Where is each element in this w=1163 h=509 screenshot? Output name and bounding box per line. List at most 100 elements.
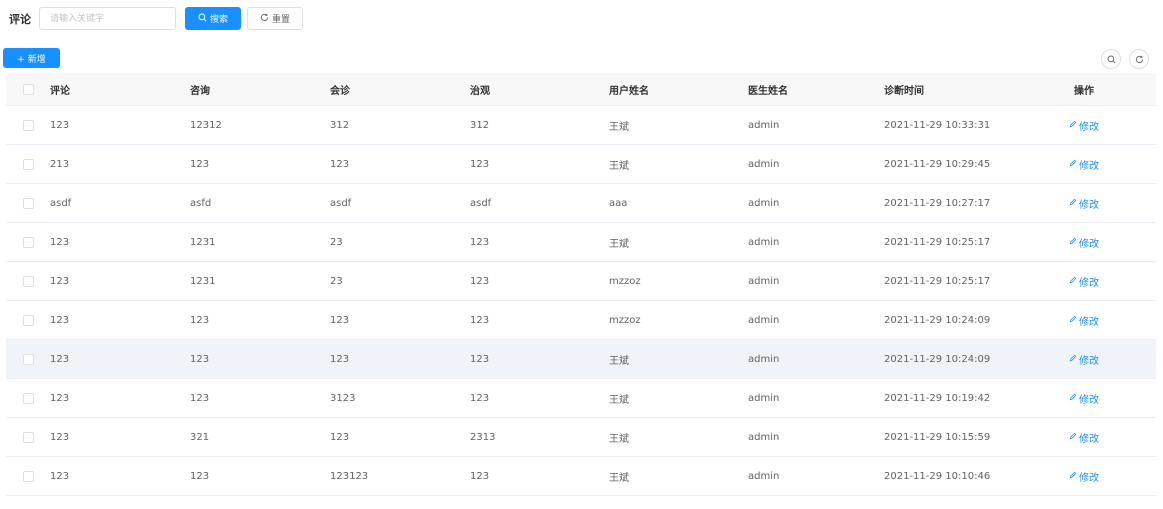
- header-consultation[interactable]: 会诊: [330, 82, 470, 97]
- search-icon: [1107, 55, 1116, 64]
- edit-link[interactable]: 修改: [1069, 391, 1099, 406]
- row-checkbox[interactable]: [22, 275, 34, 287]
- row-checkbox[interactable]: [22, 236, 34, 248]
- cell-c4: 123: [470, 314, 490, 326]
- actions-cell: 修改: [1054, 469, 1114, 484]
- edit-label: 修改: [1079, 316, 1099, 328]
- cell-c4: asdf: [470, 197, 492, 209]
- row-checkbox-cell: [6, 158, 50, 170]
- edit-link[interactable]: 修改: [1069, 313, 1099, 328]
- edit-icon: [1069, 393, 1077, 404]
- search-button-label: 搜索: [209, 15, 228, 25]
- edit-link[interactable]: 修改: [1069, 469, 1099, 484]
- refresh-icon: [260, 13, 269, 25]
- row-checkbox-cell: [6, 314, 50, 326]
- cell-c7: 2021-11-29 10:24:09: [884, 353, 991, 365]
- edit-link[interactable]: 修改: [1069, 430, 1099, 445]
- edit-label: 修改: [1079, 355, 1099, 367]
- row-checkbox[interactable]: [22, 431, 34, 443]
- select-all-checkbox[interactable]: [22, 83, 34, 95]
- cell-c1: 123: [50, 392, 70, 404]
- table-row[interactable]: 123 321 123 2313 王斌 admin 2021-11-29 10:15:59 修…: [6, 418, 1156, 457]
- select-all-cell: [6, 83, 50, 95]
- refresh-button[interactable]: [1129, 49, 1149, 69]
- search-button[interactable]: 搜索: [185, 7, 241, 30]
- edit-icon: [1069, 354, 1077, 365]
- cell-c6: admin: [748, 470, 780, 482]
- cell-c3: 123: [330, 353, 350, 365]
- cell-c4: 312: [470, 119, 490, 131]
- cell-c5: 王斌: [609, 160, 629, 172]
- table-row[interactable]: 123 123 123 123 mzzoz admin 2021-11-29 10:24:0…: [6, 301, 1156, 340]
- cell-c2: 123: [190, 392, 210, 404]
- header-comment[interactable]: 评论: [50, 82, 190, 97]
- row-checkbox[interactable]: [22, 470, 34, 482]
- edit-link[interactable]: 修改: [1069, 352, 1099, 367]
- edit-link[interactable]: 修改: [1069, 274, 1099, 289]
- row-checkbox[interactable]: [22, 197, 34, 209]
- edit-icon: [1069, 237, 1077, 248]
- row-checkbox[interactable]: [22, 392, 34, 404]
- edit-link[interactable]: 修改: [1069, 196, 1099, 211]
- refresh-icon: [1135, 55, 1144, 64]
- row-checkbox[interactable]: [22, 119, 34, 131]
- actions-cell: 修改: [1054, 430, 1114, 445]
- table-row[interactable]: 123 12312 312 312 王斌 admin 2021-11-29 10:33:31…: [6, 106, 1156, 145]
- edit-label: 修改: [1079, 394, 1099, 406]
- cell-c2: 1231: [190, 236, 216, 248]
- table-row[interactable]: 123 123 123123 123 王斌 admin 2021-11-29 10:10:4…: [6, 457, 1156, 496]
- cell-c5: 王斌: [609, 394, 629, 406]
- cell-c7: 2021-11-29 10:29:45: [884, 158, 991, 170]
- cell-c6: admin: [748, 392, 780, 404]
- add-button[interactable]: + 新增: [3, 48, 60, 68]
- table-row[interactable]: 123 123 3123 123 王斌 admin 2021-11-29 10:19:42 修…: [6, 379, 1156, 418]
- reset-button-label: 重置: [271, 15, 290, 25]
- cell-c6: admin: [748, 275, 780, 287]
- cell-c5: 王斌: [609, 433, 629, 445]
- reset-button[interactable]: 重置: [247, 7, 303, 30]
- cell-c7: 2021-11-29 10:25:17: [884, 275, 991, 287]
- header-consult[interactable]: 咨询: [190, 82, 330, 97]
- edit-label: 修改: [1079, 277, 1099, 289]
- cell-c6: admin: [748, 314, 780, 326]
- table-row[interactable]: asdf asfd asdf asdf aaa admin 2021-11-29 10:27…: [6, 184, 1156, 223]
- table-row[interactable]: 123 1231 23 123 mzzoz admin 2021-11-29 10:25:1…: [6, 262, 1156, 301]
- cell-c4: 123: [470, 353, 490, 365]
- table-row[interactable]: 213 123 123 123 王斌 admin 2021-11-29 10:29:45 修改: [6, 145, 1156, 184]
- row-checkbox-cell: [6, 236, 50, 248]
- row-checkbox[interactable]: [22, 314, 34, 326]
- edit-label: 修改: [1079, 472, 1099, 484]
- edit-link[interactable]: 修改: [1069, 118, 1099, 133]
- header-doctor-name[interactable]: 医生姓名: [748, 82, 884, 97]
- row-checkbox-cell: [6, 119, 50, 131]
- toggle-search-button[interactable]: [1101, 49, 1121, 69]
- cell-c2: 12312: [190, 119, 222, 131]
- cell-c5: 王斌: [609, 472, 629, 484]
- search-label: 评论: [9, 12, 31, 26]
- edit-link[interactable]: 修改: [1069, 235, 1099, 250]
- cell-c3: 123: [330, 314, 350, 326]
- row-checkbox[interactable]: [22, 158, 34, 170]
- row-checkbox[interactable]: [22, 353, 34, 365]
- header-diagnosis-time[interactable]: 诊断时间: [884, 82, 1054, 97]
- cell-c7: 2021-11-29 10:19:42: [884, 392, 991, 404]
- cell-c2: 321: [190, 431, 210, 443]
- table-row[interactable]: 123 1231 23 123 王斌 admin 2021-11-29 10:25:17 修改: [6, 223, 1156, 262]
- edit-icon: [1069, 315, 1077, 326]
- edit-label: 修改: [1079, 433, 1099, 445]
- cell-c3: 3123: [330, 392, 356, 404]
- actions-cell: 修改: [1054, 274, 1114, 289]
- cell-c6: admin: [748, 353, 780, 365]
- cell-c3: 312: [330, 119, 350, 131]
- cell-c6: admin: [748, 119, 780, 131]
- header-treatment[interactable]: 治观: [470, 82, 609, 97]
- row-checkbox-cell: [6, 275, 50, 287]
- edit-link[interactable]: 修改: [1069, 157, 1099, 172]
- header-user-name[interactable]: 用户姓名: [609, 82, 748, 97]
- cell-c6: admin: [748, 236, 780, 248]
- actions-cell: 修改: [1054, 196, 1114, 211]
- cell-c5: aaa: [609, 197, 628, 209]
- search-input[interactable]: [39, 7, 176, 30]
- table-row[interactable]: 123 123 123 123 王斌 admin 2021-11-29 10:24:09 修改: [6, 340, 1156, 379]
- table-header: 评论 咨询 会诊 治观 用户姓名 医生姓名 诊断时间 操作: [6, 73, 1156, 106]
